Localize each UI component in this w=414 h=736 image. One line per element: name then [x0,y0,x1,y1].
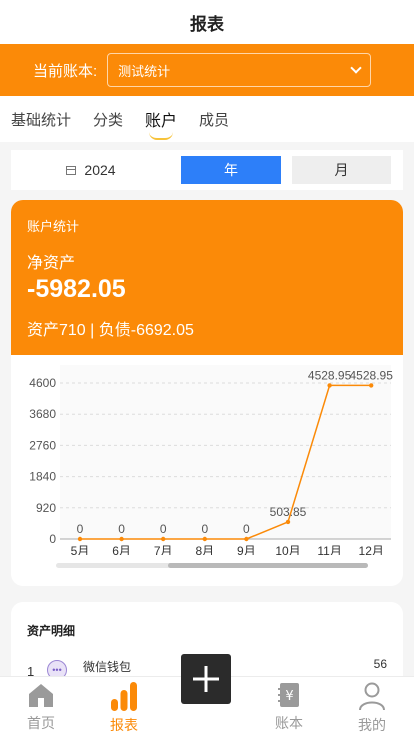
tab-home-label: 首页 [27,715,55,731]
book-select-value: 测试统计 [118,63,171,79]
x-tick-label: 10月 [275,544,300,555]
row-name: 微信钱包 [83,660,132,674]
y-tick-label: 920 [36,501,56,515]
data-label: 0 [201,522,208,536]
data-point [77,536,83,542]
data-point [161,536,166,542]
chart-scrollbar[interactable] [56,563,368,568]
book-select[interactable]: 测试统计 [107,53,372,87]
plus-icon [193,666,219,692]
chart-scroll-thumb[interactable] [168,563,368,568]
svg-text:¥: ¥ [285,689,293,704]
asset-detail-title: 资产明细 [27,624,76,638]
net-assets-label: 净资产 [27,255,76,272]
calendar-icon [66,165,77,175]
month-mode-button[interactable]: 月 [292,156,391,184]
user-icon [359,682,385,711]
x-tick-label: 7月 [154,544,173,555]
y-tick-label: 3680 [29,407,56,421]
x-tick-label: 11月 [317,544,341,555]
data-label: 0 [243,522,250,536]
x-tick-label: 8月 [195,544,214,555]
row-amount: 56 [373,657,387,671]
data-label: 0 [160,522,167,536]
tab-mine-label: 我的 [358,717,386,733]
tab-home[interactable]: 首页 [11,681,71,736]
account-summary: 账户统计 净资产 -5982.05 资产710 | 负债-6692.05 [11,200,403,355]
home-icon [29,684,53,707]
data-point [327,383,332,388]
y-tick-label: 1840 [29,470,56,484]
line-chart: 0 920 1840 2760 3680 4600 5月 6月 7月 8月 9月 10月 11月 12月 0… [29,365,394,558]
assets-liabilities-summary: 资产710 | 负债-6692.05 [27,322,194,339]
book-selector-bar: 当前账本: 测试统计 [0,44,414,96]
data-label: 0 [118,522,125,536]
ledger-icon: ¥ [278,683,299,707]
x-tick-label: 5月 [71,544,90,555]
tab-report[interactable]: 报表 [94,681,154,736]
tab-category[interactable]: 分类 [93,109,123,130]
year-picker[interactable]: 2024 [11,162,171,178]
tab-members[interactable]: 成员 [199,109,229,130]
y-tick-label: 2760 [29,438,56,452]
bar-chart-icon [111,682,137,711]
report-tabs: 基础统计 分类 账户 成员 [0,96,414,142]
date-filter-bar: 2024 年 月 [11,150,403,190]
data-point [285,519,291,525]
x-tick-label: 9月 [237,544,256,555]
net-assets-chart: 0 920 1840 2760 3680 4600 5月 6月 7月 8月 9月 10月 11月 12月 0… [11,355,403,586]
title-bar: 报表 [0,0,414,44]
tab-ledger-label: 账本 [275,715,303,731]
page-title: 报表 [190,14,224,34]
year-mode-button[interactable]: 年 [181,156,281,184]
plot-area [60,365,391,539]
add-record-button[interactable] [181,654,231,704]
y-tick-label: 4600 [29,376,56,390]
data-point [202,536,207,542]
y-tick-label: 0 [49,532,56,546]
book-label: 当前账本: [33,62,98,80]
x-tick-label: 12月 [359,544,384,555]
tab-account[interactable]: 账户 [145,107,177,140]
net-assets-value: -5982.05 [27,275,126,303]
year-value: 2024 [84,162,116,178]
data-label: 4528.95 [308,368,352,382]
x-tick-label: 6月 [112,544,131,555]
tab-report-label: 报表 [110,717,138,733]
account-stats-card: 账户统计 净资产 -5982.05 资产710 | 负债-6692.05 0 92… [11,200,403,586]
tab-mine[interactable]: 我的 [342,681,402,736]
chevron-down-icon [350,62,362,74]
data-label: 4528.95 [350,368,394,382]
data-point [119,536,124,542]
tab-basic-stats[interactable]: 基础统计 [11,109,71,130]
account-stats-title: 账户统计 [27,219,80,234]
data-point [369,383,374,388]
tab-ledger[interactable]: ¥ 账本 [259,681,319,736]
data-point [244,536,249,542]
data-label: 503.85 [270,505,307,519]
data-label: 0 [77,522,84,536]
